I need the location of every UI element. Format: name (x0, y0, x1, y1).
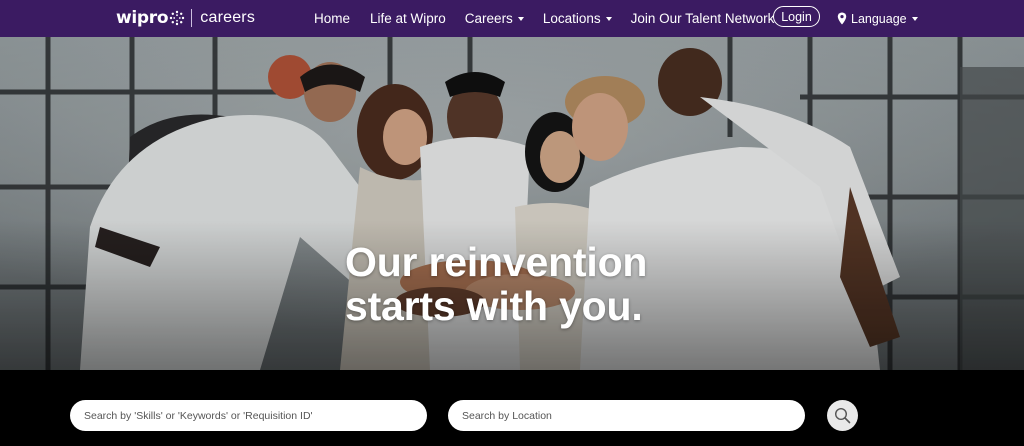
hero-banner: Our reinvention starts with you. (0, 37, 1024, 370)
nav-careers-menu[interactable]: Careers (465, 11, 524, 26)
nav-home-label: Home (314, 11, 351, 26)
nav-life-at-wipro-link[interactable]: Life at Wipro (370, 11, 446, 26)
keyword-search-input[interactable] (70, 400, 427, 431)
hero-headline: Our reinvention starts with you. (345, 240, 705, 328)
location-search-input[interactable] (448, 400, 805, 431)
wipro-logo-text: wipro (116, 8, 169, 28)
search-icon (834, 407, 851, 424)
language-selector[interactable]: Language (837, 0, 918, 37)
chevron-down-icon (605, 17, 612, 21)
nav-join-talent-network-label: Join Our Talent Network (630, 11, 775, 26)
careers-logo-text: careers (200, 9, 256, 26)
nav-careers-label: Careers (464, 11, 513, 26)
logo-divider (191, 9, 193, 27)
nav-locations-label: Locations (542, 11, 601, 26)
wipro-logo-mark-icon (169, 10, 185, 26)
nav-home-link[interactable]: Home (314, 11, 350, 26)
language-label: Language (851, 11, 907, 26)
wipro-careers-logo[interactable]: wipro careers (116, 6, 255, 30)
search-button[interactable] (827, 400, 858, 431)
hero-headline-line-2: starts with you. (345, 283, 643, 329)
login-button[interactable]: Login (773, 6, 820, 27)
job-search-bar (0, 370, 1024, 446)
map-pin-icon (837, 12, 847, 25)
main-nav: Home Life at Wipro Careers Locations Joi… (314, 0, 774, 37)
nav-join-talent-network-link[interactable]: Join Our Talent Network (631, 11, 775, 26)
nav-locations-menu[interactable]: Locations (543, 11, 612, 26)
chevron-down-icon (911, 17, 918, 21)
chevron-down-icon (517, 17, 524, 21)
nav-life-at-wipro-label: Life at Wipro (370, 11, 446, 26)
top-nav-bar: wipro careers Home Life at Wipro Careers (0, 0, 1024, 37)
hero-headline-line-1: Our reinvention (345, 239, 648, 285)
